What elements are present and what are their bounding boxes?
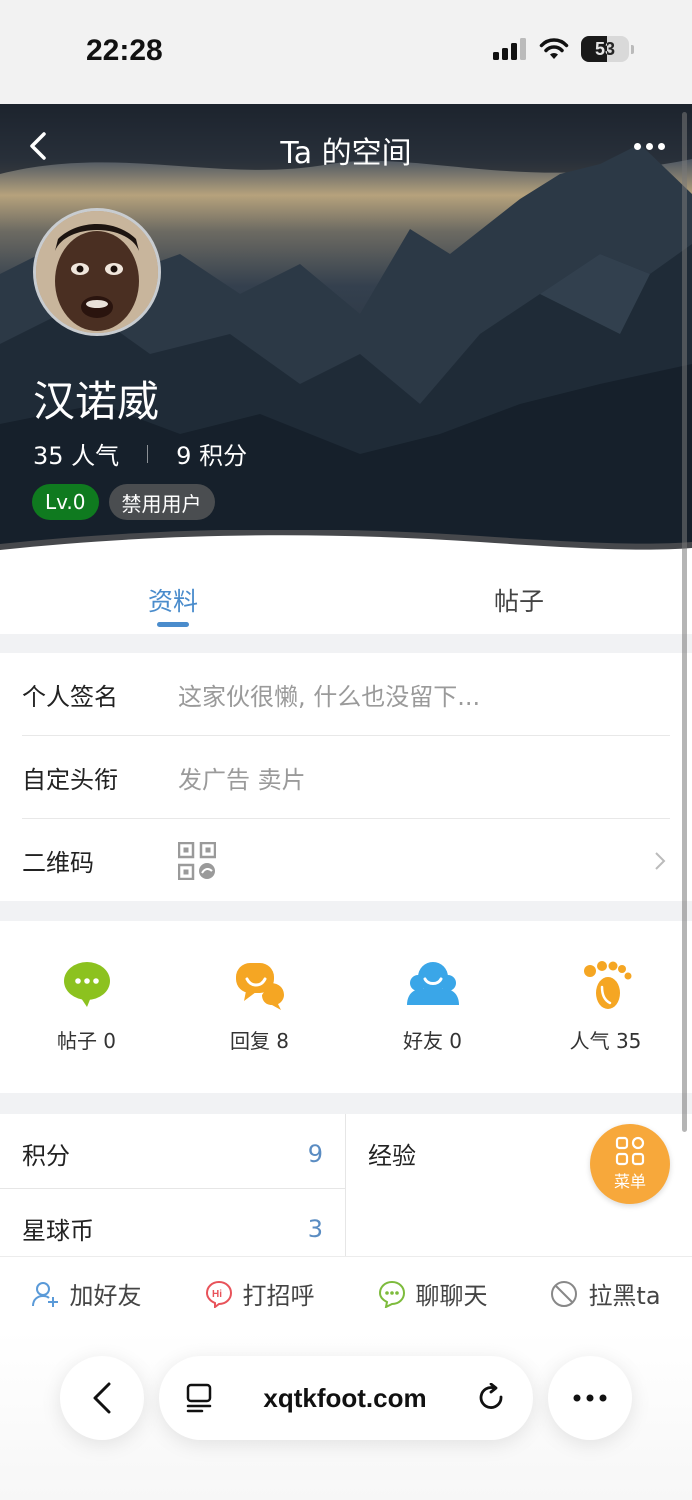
signature-value: 这家伙很懒, 什么也没留下... <box>178 682 481 711</box>
chevron-left-icon <box>93 1382 111 1414</box>
more-dots-icon <box>573 1394 607 1402</box>
hero-topbar: Ta 的空间 <box>0 104 692 190</box>
experience-item: 经验 <box>368 1136 416 1171</box>
friends-icon <box>406 962 459 1005</box>
chat-icon <box>378 1280 405 1308</box>
experience-label: 经验 <box>368 1142 416 1170</box>
score-value: 9 <box>307 1139 323 1168</box>
friends-count: 好友 0 <box>402 1029 463 1053</box>
menu-fab-button[interactable]: 菜单 <box>590 1124 670 1204</box>
signal-icon <box>493 38 526 60</box>
battery-icon: 53 <box>581 36 629 62</box>
signature-row: 个人签名 这家伙很懒, 什么也没留下... <box>22 653 670 736</box>
username: 汉诺威 <box>33 377 160 426</box>
menu-fab-label: 菜单 <box>613 1172 646 1191</box>
reload-icon[interactable] <box>477 1383 507 1413</box>
add-friend-icon <box>31 1281 58 1307</box>
browser-toolbar: xqtkfoot.com <box>0 1330 692 1500</box>
chevron-right-icon <box>655 852 666 870</box>
qrcode-icon <box>178 841 216 880</box>
profile-tabs: 资料 帖子 <box>0 560 692 634</box>
profile-hero: Ta 的空间 汉诺威 35 人气 9 积分 Lv.0 禁用用户 <box>0 104 692 560</box>
divider <box>147 444 149 463</box>
activity-stats: 帖子 0 回复 8 好友 0 人气 35 <box>0 921 692 1093</box>
custom-title-label: 自定头衔 <box>22 765 118 794</box>
say-hi-label: 打招呼 <box>242 1282 315 1310</box>
block-user-button[interactable]: 拉黑ta <box>519 1257 692 1330</box>
section-divider <box>0 634 692 653</box>
page-title: Ta 的空间 <box>280 136 412 171</box>
status-icons: 53 <box>493 36 634 62</box>
popularity-stat-count: 人气 35 <box>569 1029 642 1053</box>
hi-icon: Hi <box>205 1280 232 1308</box>
points-count: 9 积分 <box>176 442 248 470</box>
coin-label: 星球币 <box>22 1217 94 1245</box>
tab-profile[interactable]: 资料 <box>0 560 346 634</box>
address-bar[interactable]: xqtkfoot.com <box>159 1356 533 1440</box>
badges: Lv.0 禁用用户 <box>32 484 215 520</box>
status-time: 22:28 <box>86 34 163 67</box>
posts-count: 帖子 0 <box>56 1029 117 1053</box>
more-options-icon[interactable] <box>634 132 670 160</box>
avatar-face-image <box>36 211 158 333</box>
score-item: 积分 9 <box>22 1136 345 1171</box>
chat-button[interactable]: 聊聊天 <box>346 1257 519 1330</box>
chat-bubble-icon <box>63 962 110 1007</box>
battery-level: 53 <box>594 38 616 59</box>
wifi-icon <box>539 38 569 59</box>
posts-stat[interactable]: 帖子 0 <box>0 921 173 1093</box>
profile-info-list: 个人签名 这家伙很懒, 什么也没留下... 自定头衔 发广告 卖片 二维码 <box>0 653 692 902</box>
replies-count: 回复 8 <box>229 1029 290 1053</box>
coin-value: 3 <box>307 1214 323 1243</box>
avatar[interactable] <box>33 208 161 336</box>
say-hi-button[interactable]: Hi 打招呼 <box>173 1257 346 1330</box>
section-divider <box>0 901 692 921</box>
friends-stat[interactable]: 好友 0 <box>346 921 519 1093</box>
level-badge: Lv.0 <box>32 484 99 520</box>
browser-back-button[interactable] <box>60 1356 144 1440</box>
add-friend-label: 加好友 <box>69 1282 142 1310</box>
svg-text:Hi: Hi <box>212 1289 222 1300</box>
tab-posts[interactable]: 帖子 <box>346 560 692 634</box>
score-label: 积分 <box>22 1142 70 1170</box>
coin-item: 星球币 3 <box>22 1211 345 1246</box>
qrcode-row[interactable]: 二维码 <box>22 819 670 902</box>
section-divider <box>0 1093 692 1114</box>
reply-bubble-icon <box>235 963 284 1010</box>
popularity-stat[interactable]: 人气 35 <box>519 921 692 1093</box>
profile-action-bar: 加好友 Hi 打招呼 聊聊天 拉黑ta <box>0 1256 692 1330</box>
add-friend-button[interactable]: 加好友 <box>0 1257 173 1330</box>
profile-stats: 35 人气 9 积分 <box>33 436 247 471</box>
block-user-label: 拉黑ta <box>588 1282 661 1310</box>
browser-more-button[interactable] <box>548 1356 632 1440</box>
custom-title-row: 自定头衔 发广告 卖片 <box>22 736 670 819</box>
block-icon <box>551 1280 578 1307</box>
popularity-count: 35 人气 <box>33 442 120 470</box>
chat-label: 聊聊天 <box>415 1282 488 1310</box>
grid-menu-icon <box>615 1136 645 1166</box>
footprint-icon <box>583 961 631 1009</box>
status-bar: 22:28 53 <box>0 0 692 104</box>
scrollbar[interactable] <box>682 112 687 1132</box>
custom-title-value: 发广告 卖片 <box>178 765 306 794</box>
replies-stat[interactable]: 回复 8 <box>173 921 346 1093</box>
points-panel: 积分 9 经验 星球币 3 <box>0 1114 692 1256</box>
hero-wave-edge <box>0 530 692 560</box>
page-menu-icon[interactable] <box>185 1383 213 1413</box>
role-badge: 禁用用户 <box>108 484 215 520</box>
url-text: xqtkfoot.com <box>263 1382 427 1413</box>
signature-label: 个人签名 <box>22 682 118 711</box>
qrcode-label: 二维码 <box>22 849 94 877</box>
